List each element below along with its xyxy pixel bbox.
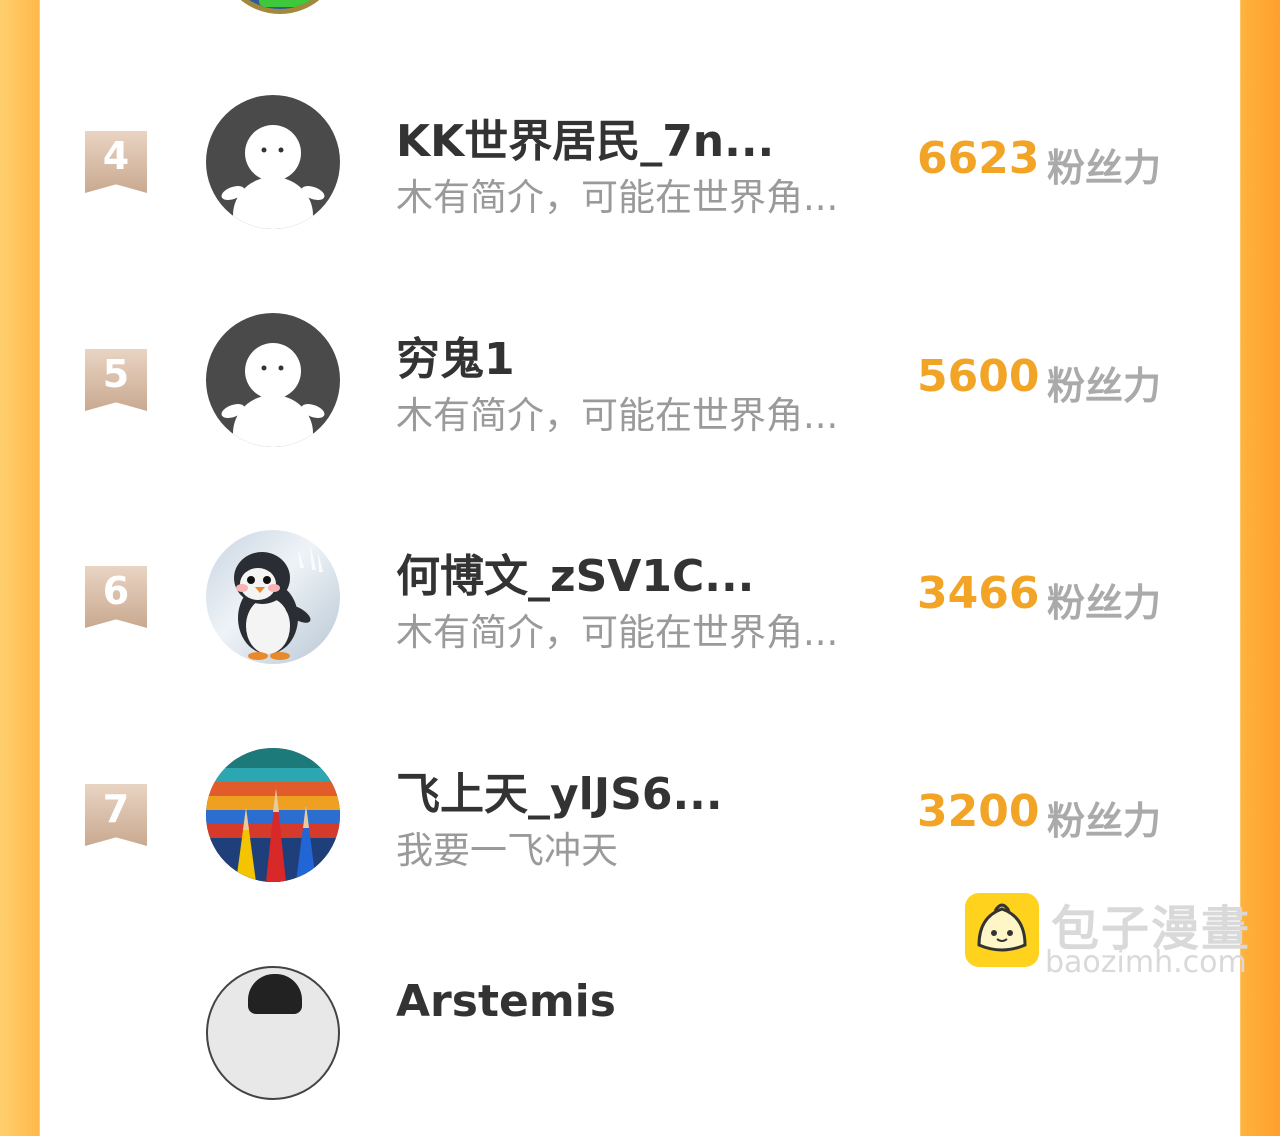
- list-item[interactable]: 4 KK世界居民_7n... 木有简介，可能在世界角... 6623 粉丝力: [40, 95, 1240, 265]
- user-bio: 我要一飞冲天: [396, 829, 618, 872]
- avatar[interactable]: [206, 966, 340, 1100]
- fan-score: 6623: [917, 133, 1040, 184]
- colored-pencils-icon: [206, 748, 340, 882]
- watermark-url: baozimh.com: [1045, 945, 1247, 980]
- person-icon: [248, 974, 302, 1014]
- user-name[interactable]: 何博文_zSV1C...: [396, 540, 754, 604]
- avatar[interactable]: [206, 313, 340, 447]
- user-name[interactable]: 穷鬼1: [396, 323, 515, 387]
- list-item[interactable]: Arstemis: [40, 966, 1240, 1136]
- globe-icon: [259, 0, 311, 7]
- fan-score-unit: 粉丝力: [1047, 364, 1162, 408]
- default-user-icon: [221, 125, 325, 229]
- avatar[interactable]: [218, 0, 342, 14]
- bun-logo-icon: [965, 893, 1039, 967]
- avatar[interactable]: [206, 748, 340, 882]
- user-bio: 木有简介，可能在世界角...: [396, 611, 839, 654]
- ranking-panel: 4 KK世界居民_7n... 木有简介，可能在世界角... 6623 粉丝力 5: [40, 0, 1240, 1100]
- user-name[interactable]: Arstemis: [396, 976, 616, 1027]
- user-bio: 木有简介，可能在世界角...: [396, 394, 839, 437]
- fan-score: 5600: [917, 351, 1040, 402]
- avatar[interactable]: [206, 95, 340, 229]
- rank-badge: 6: [85, 566, 147, 628]
- rank-badge: 7: [85, 784, 147, 846]
- list-item[interactable]: 5 穷鬼1 木有简介，可能在世界角... 5600 粉丝力: [40, 313, 1240, 483]
- list-item[interactable]: 6 何博文_zSV1C... 木有简介，可能在世界角... 3466 粉丝力: [40, 530, 1240, 700]
- default-user-icon: [221, 343, 325, 447]
- fan-score-unit: 粉丝力: [1047, 799, 1162, 843]
- user-bio: 木有简介，可能在世界角...: [396, 176, 839, 219]
- user-name[interactable]: KK世界居民_7n...: [396, 105, 774, 169]
- fan-score: 3200: [917, 786, 1040, 837]
- fan-score-unit: 粉丝力: [1047, 146, 1162, 190]
- user-name[interactable]: 飞上天_ylJS6...: [396, 758, 723, 822]
- fan-score-unit: 粉丝力: [1047, 581, 1162, 625]
- fan-score: 3466: [917, 568, 1040, 619]
- avatar[interactable]: [206, 530, 340, 664]
- watermark: 包子漫畫 baozimh.com: [965, 893, 1265, 983]
- rank-badge: 5: [85, 349, 147, 411]
- penguin-icon: [234, 544, 323, 660]
- rank-badge: 4: [85, 131, 147, 193]
